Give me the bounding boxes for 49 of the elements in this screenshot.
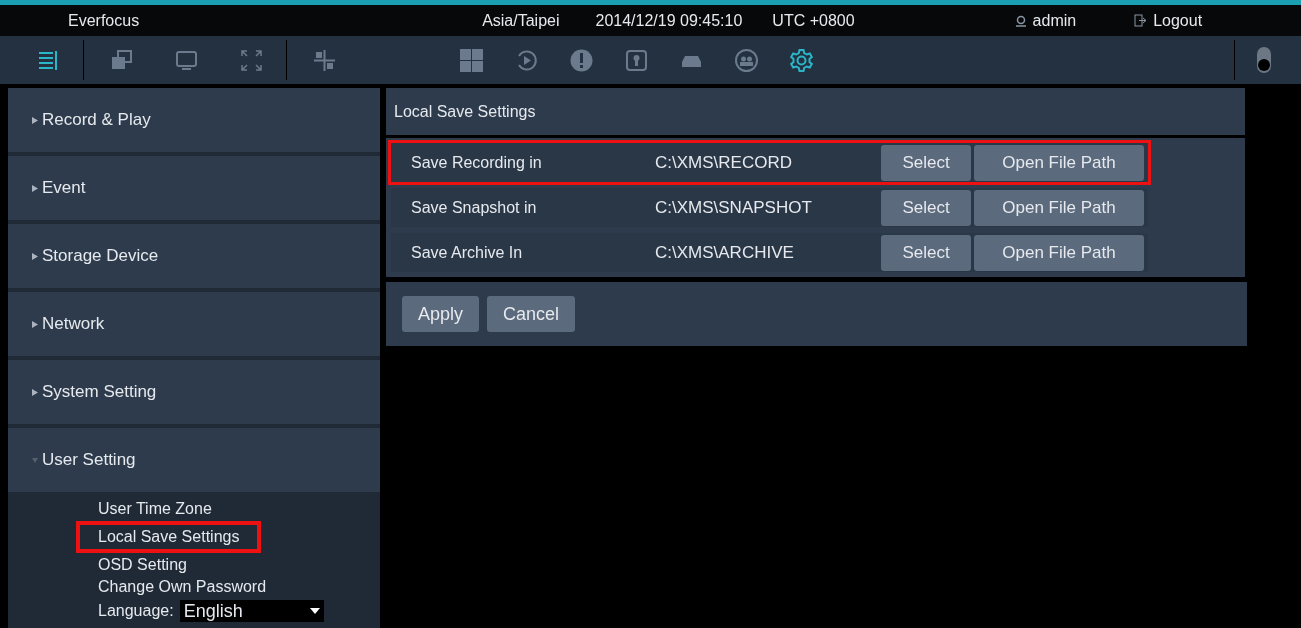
path-text: C:\XMS\SNAPSHOT	[655, 196, 813, 219]
datetime-text: 2014/12/19 09:45:10	[595, 10, 743, 31]
select-button[interactable]: Select	[881, 189, 971, 226]
open-file-path-button[interactable]: Open File Path	[974, 189, 1144, 226]
sidebar-item[interactable]: Network	[8, 292, 380, 356]
caret-icon	[309, 608, 320, 614]
panel-title: Local Save Settings	[394, 101, 536, 122]
app-title: Everfocus	[68, 10, 140, 31]
submenu-item[interactable]: User Time Zone	[98, 498, 212, 520]
logout-button[interactable]: Logout	[1134, 8, 1203, 33]
caret-right-icon	[32, 252, 38, 260]
sidebar-item[interactable]: Event	[8, 156, 380, 220]
submenu-item[interactable]: OSD Setting	[98, 554, 187, 576]
utc-offset-text: UTC +0800	[772, 10, 855, 31]
row-label: Save Archive In	[411, 242, 524, 263]
sidebar-item[interactable]: Storage Device	[8, 224, 380, 288]
sidebar-item[interactable]: User Setting	[8, 428, 380, 492]
select-button[interactable]: Select	[881, 144, 971, 181]
path-text: C:\XMS\RECORD	[655, 151, 793, 174]
caret-right-icon	[32, 388, 38, 396]
open-file-path-button[interactable]: Open File Path	[974, 234, 1144, 271]
row-label: Save Recording in	[411, 152, 543, 173]
fullscreen-icon[interactable]	[239, 47, 264, 73]
alert-icon[interactable]	[569, 47, 594, 73]
select-button[interactable]: Select	[881, 234, 971, 271]
settings-icon[interactable]	[789, 47, 814, 73]
action-button[interactable]: Cancel	[487, 296, 576, 332]
toggle-icon[interactable]	[1257, 47, 1271, 73]
caret-down-icon	[32, 456, 38, 464]
timezone-text: Asia/Taipei	[482, 10, 560, 31]
language-label: Language:	[98, 601, 174, 621]
logout-icon	[1134, 14, 1148, 27]
keyhole-icon[interactable]	[624, 47, 649, 73]
sidebar-item[interactable]: System Setting	[8, 360, 380, 424]
caret-right-icon	[32, 184, 38, 192]
caret-right-icon	[32, 320, 38, 328]
user-icon	[1014, 14, 1027, 27]
grid-icon[interactable]	[459, 47, 484, 73]
path-text: C:\XMS\ARCHIVE	[655, 241, 795, 264]
row-label: Save Snapshot in	[411, 197, 538, 218]
open-file-path-button[interactable]: Open File Path	[974, 144, 1144, 181]
username-text: admin	[1032, 10, 1077, 31]
submenu-item[interactable]: Local Save Settings	[76, 521, 262, 553]
language-dropdown[interactable]: English	[179, 600, 324, 622]
action-button[interactable]: Apply	[402, 296, 480, 332]
sidebar-item[interactable]: Record & Play	[8, 88, 380, 152]
submenu-item[interactable]: Change Own Password	[98, 576, 267, 598]
caret-right-icon	[32, 116, 38, 124]
split-layout-icon[interactable]	[312, 47, 337, 73]
